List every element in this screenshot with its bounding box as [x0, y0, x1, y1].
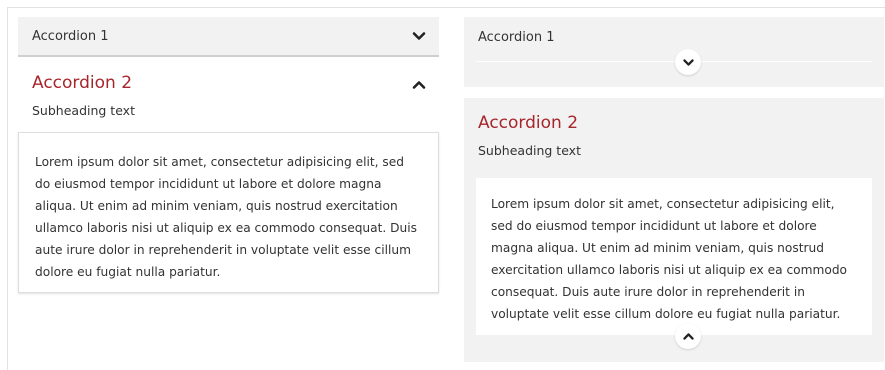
accordion-2-left-label: Accordion 2 [32, 73, 133, 93]
accordion-2-left-content: Lorem ipsum dolor sit amet, consectetur … [18, 132, 439, 293]
accordion-1-right[interactable]: Accordion 1 [464, 17, 884, 87]
expand-button[interactable] [675, 49, 701, 75]
accordion-2-left-header[interactable]: Accordion 2 Subheading text [18, 57, 439, 132]
chevron-down-icon[interactable] [411, 28, 427, 44]
chevron-up-icon [682, 332, 694, 340]
accordion-2-right-label: Accordion 2 [478, 113, 579, 133]
accordion-2-right-subheading: Subheading text [478, 143, 581, 158]
accordion-1-left-label: Accordion 1 [32, 29, 109, 44]
collapse-button[interactable] [675, 323, 701, 349]
chevron-up-icon[interactable] [411, 77, 427, 93]
divider [476, 61, 872, 62]
accordion-2-right-content: Lorem ipsum dolor sit amet, consectetur … [476, 178, 872, 335]
accordion-1-right-label: Accordion 1 [478, 30, 555, 45]
accordion-1-left-header[interactable]: Accordion 1 [18, 17, 439, 57]
chevron-down-icon [682, 58, 694, 66]
accordion-group-left: Accordion 1 Accordion 2 Subheading text … [18, 17, 439, 293]
accordion-2-left-subheading: Subheading text [32, 103, 135, 118]
accordion-2-right: Accordion 2 Subheading text Lorem ipsum … [464, 98, 884, 362]
